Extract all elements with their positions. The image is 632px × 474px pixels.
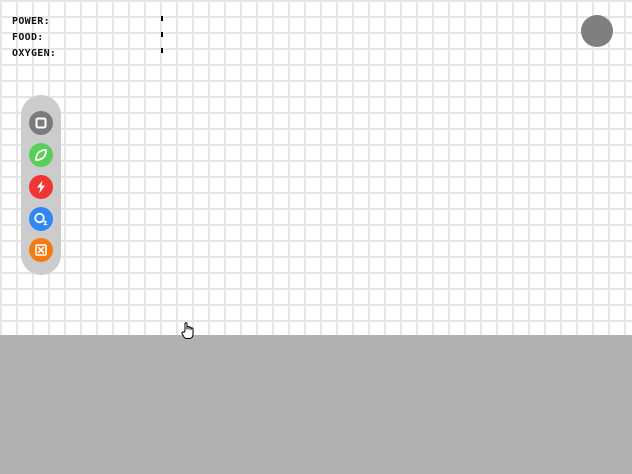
stat-oxygen-label: OXYGEN: [12,48,57,59]
stat-food-bar [161,32,163,37]
oxygen-tool-button[interactable] [29,207,53,231]
stat-power-bar [161,16,163,21]
build-toolbar [21,95,61,275]
stat-food-label: FOOD: [12,32,44,43]
demolish-tool-button[interactable] [29,238,53,262]
build-block-icon [35,117,47,129]
stat-oxygen: OXYGEN: [12,44,172,60]
lightning-icon [37,180,45,194]
stat-power-label: POWER: [12,16,50,27]
demolish-icon [35,244,47,256]
hand-pointer-icon [181,322,194,339]
stat-food: FOOD: [12,28,172,44]
ground-area [0,335,632,474]
leaf-icon [35,149,47,161]
food-tool-button[interactable] [29,143,53,167]
build-tool-button[interactable] [29,111,53,135]
menu-circle-icon[interactable] [581,15,613,47]
power-tool-button[interactable] [29,175,53,199]
resource-stats: POWER: FOOD: OXYGEN: [12,12,172,60]
stat-oxygen-bar [161,48,163,53]
stat-power: POWER: [12,12,172,28]
oxygen-o2-icon [34,212,48,226]
